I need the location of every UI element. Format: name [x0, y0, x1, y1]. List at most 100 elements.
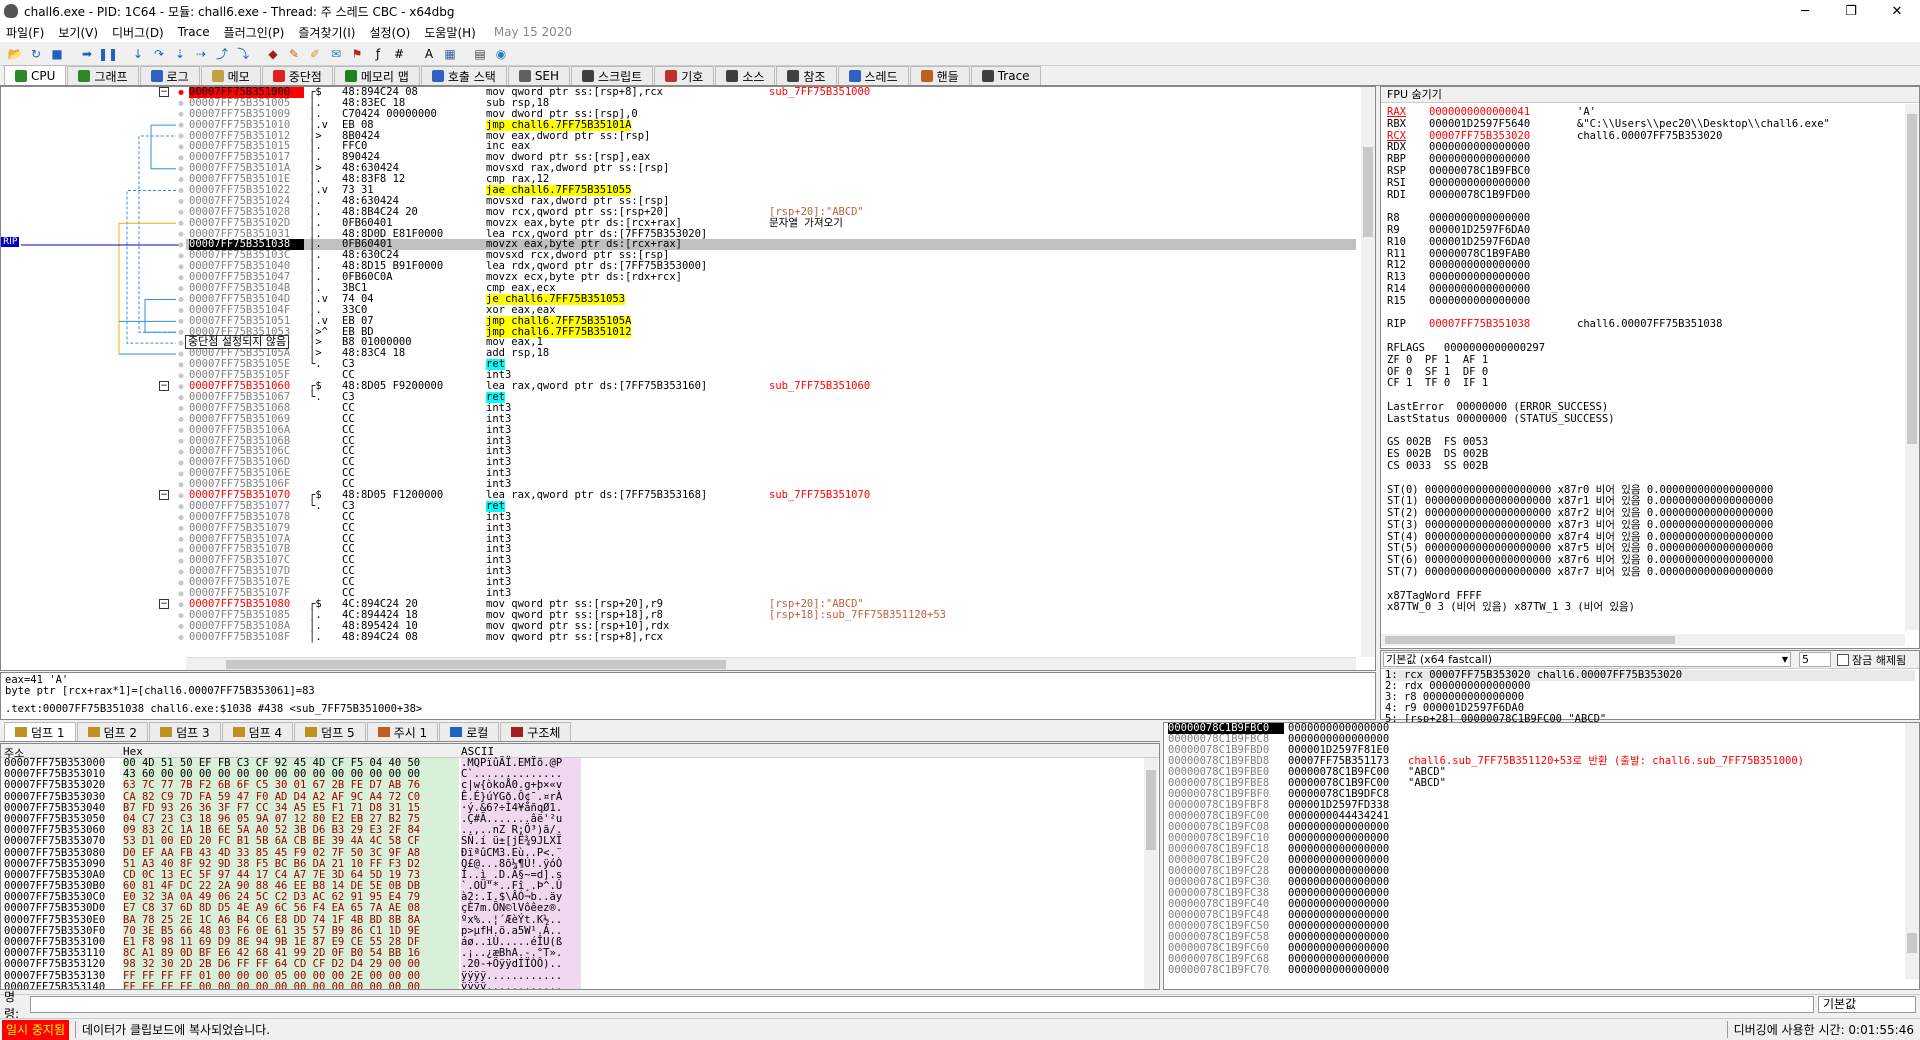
disasm-row[interactable]: 00007FF75B351068 CC int3	[186, 402, 1356, 414]
instruction-text[interactable]: int3	[486, 577, 736, 588]
instruction-text[interactable]: int3	[486, 544, 736, 555]
fpu-toggle[interactable]: FPU 숨기기	[1381, 87, 1919, 103]
register-line[interactable]: CS 0033 SS 002B	[1387, 460, 1488, 473]
instruction-text[interactable]: int3	[486, 435, 736, 447]
dump-ascii[interactable]: SÑ.í ü±[jË¾9JLXÏ	[461, 836, 581, 848]
calculator-icon[interactable]: ▦	[441, 45, 459, 63]
dump-hex-bytes[interactable]: 63 7C 77 7B F2 6B 6F C5 30 01 67 2B FE D…	[123, 780, 459, 792]
breakpoint-dot[interactable]	[178, 242, 184, 248]
dump-ascii[interactable]: c|w{òkoÅ0.g+þ×«v	[461, 780, 581, 792]
command-mode-select[interactable]: 기본값	[1818, 996, 1916, 1013]
breakpoint-dot[interactable]	[178, 155, 184, 161]
dump-address[interactable]: 00007FF75B353120	[4, 959, 105, 970]
disasm-row[interactable]: 00007FF75B35107B CC int3	[186, 544, 1356, 555]
instruction-text[interactable]: add rsp,18	[486, 348, 736, 359]
register-line[interactable]: RFLAGS 0000000000000297	[1387, 342, 1545, 355]
stack-address[interactable]: 00000078C1B9FC70	[1168, 965, 1284, 976]
tab-dump[interactable]: 덤프 3	[149, 722, 221, 741]
stack-value[interactable]: 0000000000000000	[1288, 965, 1389, 976]
disasm-row[interactable]: 00007FF75B351077 └. C3 ret	[186, 500, 1356, 512]
register-line[interactable]: LastError 00000000 (ERROR_SUCCESS)	[1387, 401, 1608, 414]
instruction-text[interactable]: mov qword ptr ss:[rsp+10],rdx	[486, 620, 736, 632]
disasm-row[interactable]: 00007FF75B35106A CC int3	[186, 424, 1356, 436]
menu-item[interactable]: 설정(O)	[369, 24, 410, 41]
instruction-text[interactable]: movzx eax,byte ptr ds:[rcx+rax]	[486, 217, 736, 229]
breakpoint-dot[interactable]	[178, 373, 184, 379]
dump-ascii[interactable]: çÈ7m.ÕN©lVôêez®.	[461, 903, 581, 915]
register-line[interactable]: x87TW_0 3 (비어 있음) x87TW_1 3 (비어 있음)	[1387, 602, 1635, 614]
tab-source[interactable]: 소스	[715, 66, 776, 85]
instruction-address[interactable]: 00007FF75B35108F	[189, 631, 304, 643]
register-row[interactable]	[1387, 579, 1903, 591]
breakpoint-dot[interactable]	[178, 525, 184, 531]
breakpoint-dot[interactable]	[178, 569, 184, 575]
register-panel[interactable]: FPU 숨기기 RAX 0000000000000041 'A' RBX 000001D…	[1380, 86, 1920, 649]
tab-call-stack[interactable]: 호출 스택	[420, 66, 507, 85]
breakpoint-dot[interactable]	[178, 89, 184, 95]
register-line[interactable]: ZF 0 PF 1 AF 1	[1387, 354, 1488, 367]
dump-row[interactable]: 00007FF75B353080 D0 EF AA FB 43 4D 33 85 …	[1, 847, 1159, 859]
register-value[interactable]: 0000000000000000	[1429, 295, 1530, 308]
dump-row[interactable]: 00007FF75B3530D0 E7 C8 37 6D 8D D5 4E A9 …	[1, 903, 1159, 915]
dump-hex-bytes[interactable]: 53 D1 00 ED 20 FC B1 5B 6A CB BE 39 4A 4…	[123, 836, 459, 848]
patch-icon[interactable]: ✎	[285, 45, 303, 63]
register-row[interactable]: RIP 00007FF75B351038 chall6.00007FF75B3510…	[1387, 319, 1903, 331]
tab-log[interactable]: 로그	[139, 66, 200, 85]
disasm-row[interactable]: 00007FF75B35107C CC int3	[186, 555, 1356, 566]
register-row[interactable]: LastError 00000000 (ERROR_SUCCESS)	[1387, 401, 1903, 414]
stack-row[interactable]: 00000078C1B9FC60 0000000000000000	[1164, 943, 1919, 954]
dump-address[interactable]: 00007FF75B353020	[4, 780, 105, 791]
tab-script[interactable]: 스크립트	[571, 66, 654, 85]
stack-row[interactable]: 00000078C1B9FC28 0000000000000000	[1164, 866, 1919, 877]
close-button[interactable]: ✕	[1874, 4, 1920, 19]
run-icon[interactable]: ➡	[78, 45, 96, 63]
tab-references[interactable]: 참조	[776, 66, 837, 85]
register-value[interactable]: 000001D2597F6DA0	[1429, 236, 1530, 249]
stack-row[interactable]: 00000078C1B9FBE0 00000078C1B9FC00 "ABCD"	[1164, 767, 1919, 778]
stack-view[interactable]: 00000078C1B9FBC0 0000000000000000 00000078…	[1163, 722, 1920, 990]
stack-row[interactable]: 00000078C1B9FC48 0000000000000000	[1164, 910, 1919, 921]
menu-item[interactable]: 디버그(D)	[112, 24, 164, 41]
disasm-row[interactable]: 00007FF75B351051 │.v EB 07 jmp chall6.7FF75…	[186, 315, 1356, 327]
breakpoint-dot[interactable]	[178, 231, 184, 237]
breakpoint-dot[interactable]	[178, 362, 184, 368]
register-line[interactable]: ST(3) 00000000000000000000 x87r3 비어 있음 0…	[1387, 519, 1773, 532]
instruction-address[interactable]: 00007FF75B35108A	[189, 620, 304, 632]
breakpoint-dot[interactable]	[178, 144, 184, 150]
register-row[interactable]: RSP 00000078C1B9FBC0	[1387, 165, 1903, 178]
disassembly-listing[interactable]: 00007FF75B351000 ┌$ 48:894C24 08 mov qword …	[186, 87, 1356, 657]
instruction-address[interactable]: 00007FF75B35106A	[189, 424, 304, 436]
pause-icon[interactable]: ❚❚	[98, 45, 118, 63]
breakpoint-dot[interactable]	[178, 427, 184, 433]
breakpoint-dot[interactable]	[178, 122, 184, 128]
tab-watch[interactable]: 주시 1	[366, 722, 439, 741]
breakpoint-dot[interactable]	[178, 558, 184, 564]
animate-into-icon[interactable]: ⇣	[171, 45, 189, 63]
register-row[interactable]: R14 0000000000000000	[1387, 283, 1903, 296]
breakpoint-dot[interactable]	[178, 624, 184, 630]
breakpoint-dot[interactable]	[178, 318, 184, 324]
register-value[interactable]: 000001D2597F5640	[1429, 118, 1530, 131]
instruction-text[interactable]: int3	[486, 402, 736, 414]
register-row[interactable]: LastStatus 00000000 (STATUS_SUCCESS)	[1387, 413, 1903, 426]
memory-icon[interactable]: ▤	[471, 45, 489, 63]
instruction-text[interactable]: int3	[486, 555, 736, 566]
register-row[interactable]: R9 000001D2597F6DA0	[1387, 224, 1903, 237]
tab-dump[interactable]: 덤프 2	[76, 722, 149, 741]
stack-vscroll[interactable]	[1905, 723, 1919, 979]
disasm-row[interactable]: 00007FF75B35105E └. C3 ret	[186, 359, 1356, 371]
breakpoint-dot[interactable]	[178, 482, 184, 488]
disasm-row[interactable]: 00007FF75B351060 ┌$ 48:8D05 F9200000 lea ra…	[186, 381, 1356, 392]
tab-handles[interactable]: 핸들	[909, 66, 970, 85]
breakpoint-dot[interactable]	[178, 493, 184, 499]
disasm-row[interactable]: 00007FF75B351067 └. C3 ret	[186, 392, 1356, 403]
stack-row[interactable]: 00000078C1B9FC08 0000000000000000	[1164, 822, 1919, 833]
disassembly-vscroll[interactable]	[1361, 87, 1375, 657]
disasm-row[interactable]: 00007FF75B35106C CC int3	[186, 446, 1356, 457]
instruction-text[interactable]: int3	[486, 446, 736, 457]
menu-item[interactable]: 플러그인(P)	[224, 24, 285, 41]
font-icon[interactable]: A	[420, 45, 438, 63]
disasm-row[interactable]: 00007FF75B35106D CC int3	[186, 457, 1356, 468]
register-row[interactable]: RFLAGS 0000000000000297	[1387, 342, 1903, 355]
breakpoint-dot[interactable]	[178, 634, 184, 640]
